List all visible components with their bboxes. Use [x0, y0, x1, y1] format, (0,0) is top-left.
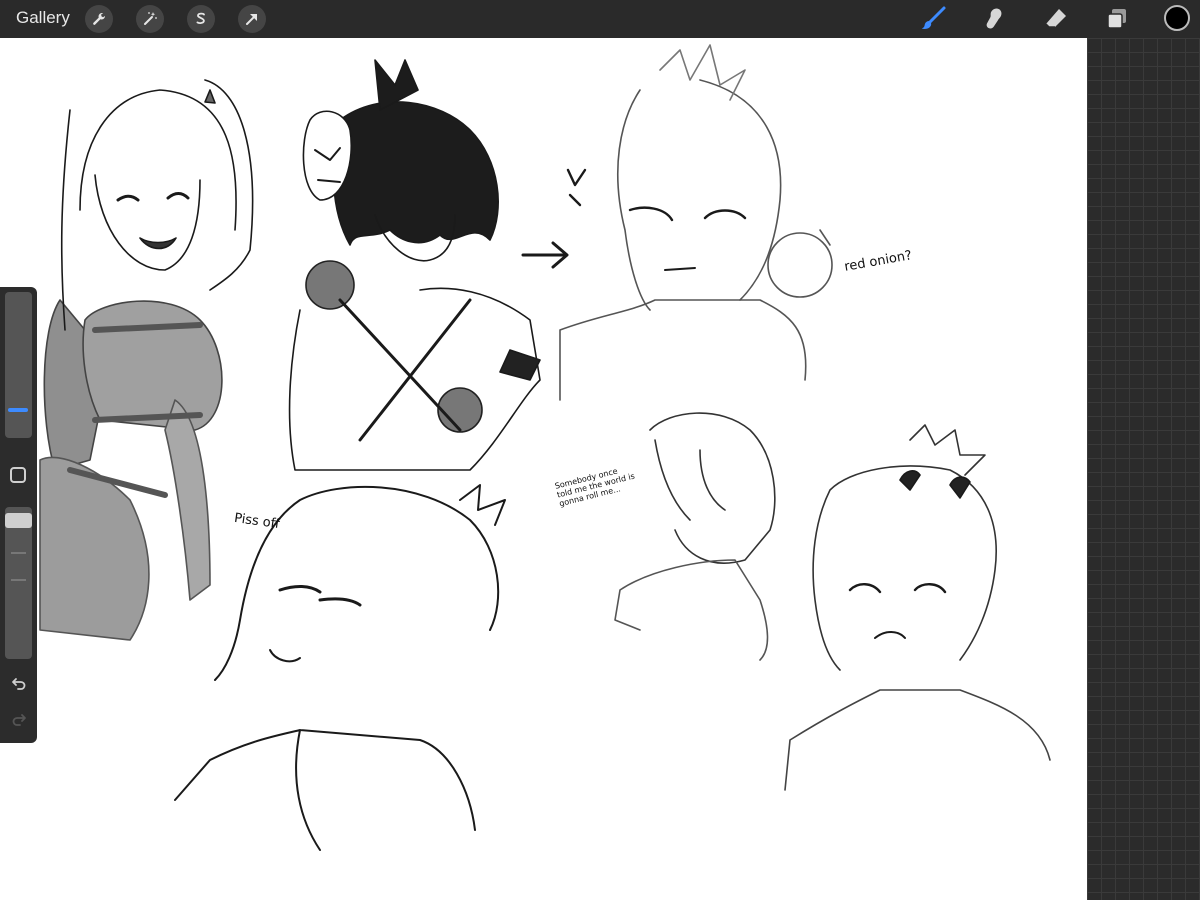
drawing-canvas[interactable]: red onion? Piss off Somebody once told m… — [0, 38, 1087, 900]
wrench-icon[interactable] — [85, 5, 113, 33]
redo-icon[interactable] — [9, 709, 29, 729]
opacity-tick — [11, 552, 26, 554]
brush-size-slider[interactable] — [5, 292, 32, 438]
brush-size-thumb[interactable] — [8, 408, 28, 412]
eraser-icon[interactable] — [1041, 4, 1071, 34]
layers-icon[interactable] — [1102, 4, 1132, 34]
workspace-background — [1087, 38, 1200, 900]
left-sidebar — [0, 287, 37, 743]
gallery-button[interactable]: Gallery — [16, 8, 70, 28]
top-toolbar: Gallery — [0, 0, 1200, 38]
undo-icon[interactable] — [9, 673, 29, 693]
sketch-artwork — [39, 44, 1051, 851]
brush-icon[interactable] — [918, 4, 948, 34]
selection-icon[interactable] — [187, 5, 215, 33]
color-swatch[interactable] — [1164, 5, 1190, 31]
opacity-slider[interactable] — [5, 507, 32, 659]
magic-wand-icon[interactable] — [136, 5, 164, 33]
opacity-tick — [11, 579, 26, 581]
opacity-thumb[interactable] — [5, 513, 32, 528]
modify-button[interactable] — [10, 467, 26, 483]
smudge-icon[interactable] — [979, 4, 1009, 34]
transform-arrow-icon[interactable] — [238, 5, 266, 33]
